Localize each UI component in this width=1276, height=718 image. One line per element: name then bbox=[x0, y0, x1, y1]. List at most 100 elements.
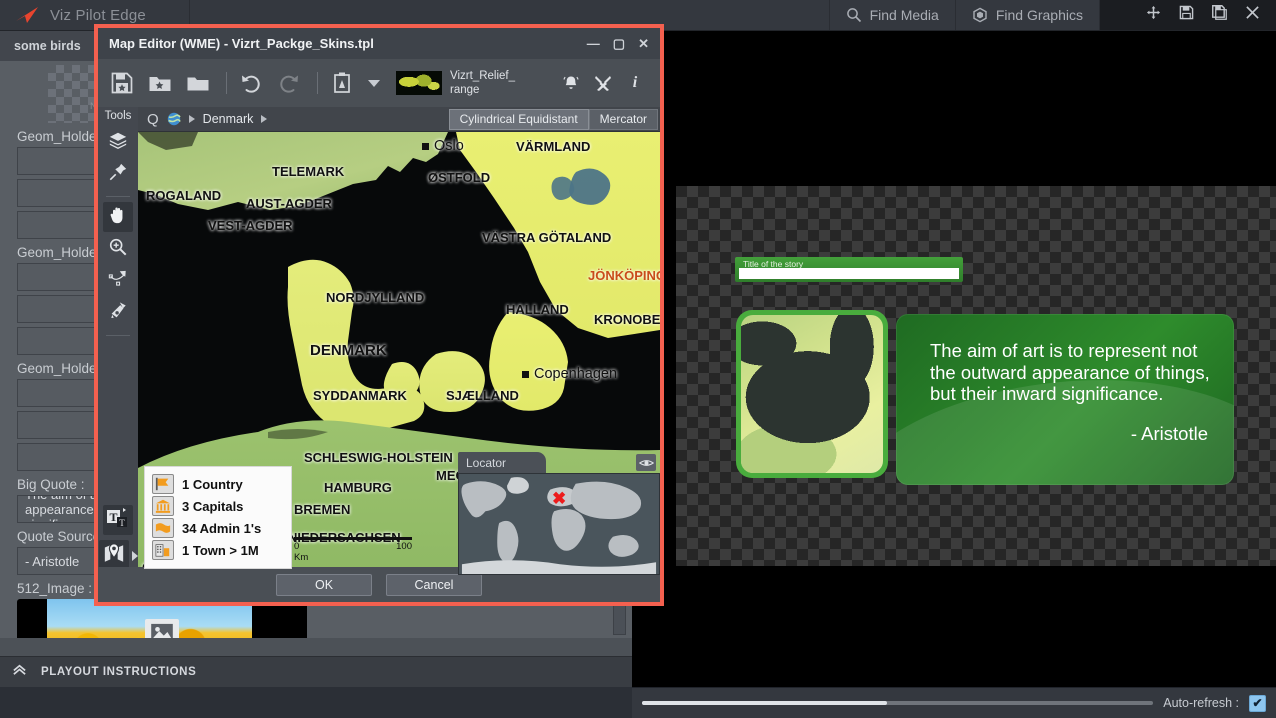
map-city-oslo: Oslo bbox=[422, 138, 464, 154]
preview-map-land bbox=[741, 315, 883, 473]
map-label-telemark: TELEMARK bbox=[272, 164, 345, 179]
tools-separator-2 bbox=[106, 335, 130, 336]
preview-timeline-slider[interactable] bbox=[642, 701, 1154, 705]
magnifier-plus-icon bbox=[108, 237, 128, 262]
globe-icon[interactable] bbox=[167, 112, 181, 126]
legend-capitals-label: 3 Capitals bbox=[182, 498, 244, 514]
scalebar-min: 0 bbox=[294, 541, 300, 552]
tab-some-birds[interactable]: some birds bbox=[0, 31, 96, 61]
map-label-varmland: VÄRMLAND bbox=[516, 139, 591, 154]
locator-tab[interactable]: Locator bbox=[458, 452, 546, 473]
preview-title-bar: Title of the story bbox=[735, 257, 963, 282]
breadcrumb-arrow-right-icon[interactable] bbox=[261, 115, 268, 123]
image-icon bbox=[145, 618, 179, 638]
map-city-oslo-label: Oslo bbox=[434, 138, 464, 154]
map-editor-dialog: Map Editor (WME) - Vizrt_Packge_Skins.tp… bbox=[94, 24, 664, 606]
clipboard-icon[interactable] bbox=[330, 71, 354, 95]
locator-position-marker: ✖ bbox=[552, 489, 567, 508]
locator-world-map[interactable]: ✖ bbox=[458, 473, 660, 575]
info-icon[interactable]: i bbox=[626, 74, 644, 92]
close-icon[interactable]: ✕ bbox=[638, 37, 649, 50]
breadcrumb[interactable]: Denmark bbox=[203, 112, 254, 126]
dialog-title-text: Map Editor (WME) - Vizrt_Packge_Skins.tp… bbox=[109, 36, 374, 51]
scalebar-unit: Km bbox=[294, 552, 309, 563]
toolbar-right-icons: i bbox=[562, 74, 648, 92]
map-header-bar: Q Denmark Cylindrical Equidistant Mercat… bbox=[138, 107, 660, 132]
dialog-toolbar: Vizrt_Relief_ range i bbox=[98, 59, 660, 107]
map-locator: Locator ✖ bbox=[458, 452, 660, 575]
hand-icon bbox=[108, 205, 128, 230]
map-label-vest-agder: VEST-AGDER bbox=[208, 218, 293, 233]
pan-tool[interactable] bbox=[103, 202, 133, 232]
projection-mercator[interactable]: Mercator bbox=[588, 108, 658, 130]
projection-cylindrical-equidistant[interactable]: Cylindrical Equidistant bbox=[448, 108, 589, 130]
legend-row-town: 1 Town > 1M bbox=[152, 540, 284, 560]
chevron-up-icon bbox=[12, 662, 27, 682]
map-breadcrumb-group: Q Denmark bbox=[138, 111, 268, 128]
preview-map-card bbox=[736, 310, 888, 478]
search-icon bbox=[846, 7, 862, 23]
search-q-icon[interactable]: Q bbox=[147, 111, 159, 128]
brand-name: Viz Pilot Edge bbox=[50, 6, 146, 24]
maximize-icon[interactable]: ▢ bbox=[613, 37, 625, 50]
scalebar-ticks: 0 100 bbox=[294, 541, 412, 552]
playout-instructions-bar[interactable]: PLAYOUT INSTRUCTIONS bbox=[0, 656, 632, 687]
app-root: Viz Pilot Edge Find Media Find Graphics bbox=[0, 0, 1276, 718]
preview-map-image bbox=[741, 315, 883, 473]
map-city-copenhagen: Copenhagen bbox=[522, 366, 617, 382]
auto-refresh-checkbox[interactable]: ✔ bbox=[1249, 694, 1266, 712]
caret-down-icon[interactable] bbox=[368, 79, 380, 87]
map-label-halland: HALLAND bbox=[506, 302, 569, 317]
ok-button[interactable]: OK bbox=[276, 573, 372, 596]
scalebar-line bbox=[294, 537, 412, 540]
path-tool[interactable] bbox=[103, 266, 133, 296]
map-label-vastra-gotaland: VÄSTRA GÖTALAND bbox=[482, 230, 612, 245]
paint-fill-icon bbox=[108, 301, 128, 326]
open-folder-icon[interactable] bbox=[186, 71, 210, 95]
tab-find-graphics[interactable]: Find Graphics bbox=[956, 0, 1100, 30]
preview-area: Title of the story The aim of art is to … bbox=[632, 31, 1276, 687]
arrow-logo-icon bbox=[14, 5, 40, 25]
layers-tool[interactable] bbox=[103, 127, 133, 157]
minimize-icon[interactable]: — bbox=[587, 37, 600, 50]
map-viewport[interactable]: Q Denmark Cylindrical Equidistant Mercat… bbox=[138, 107, 660, 575]
marker-flyout-caret-icon[interactable] bbox=[131, 551, 138, 561]
map-canvas[interactable]: ROGALAND TELEMARK AUST-AGDER VEST-AGDER … bbox=[138, 132, 660, 575]
save-icon[interactable] bbox=[1179, 5, 1194, 25]
alert-bell-icon[interactable] bbox=[562, 74, 580, 92]
legend-country-label: 1 Country bbox=[182, 476, 243, 492]
settings-tools-icon[interactable] bbox=[594, 74, 612, 92]
tab-find-media-label: Find Media bbox=[869, 7, 939, 23]
map-label-aust-agder: AUST-AGDER bbox=[246, 196, 332, 211]
open-favorite-folder-icon[interactable] bbox=[148, 71, 172, 95]
preview-title-blank-field bbox=[739, 268, 959, 279]
marker-tool[interactable] bbox=[98, 540, 129, 570]
eye-icon[interactable] bbox=[636, 454, 656, 471]
save-map-icon[interactable] bbox=[110, 71, 134, 95]
redo-icon bbox=[277, 71, 301, 95]
projection-tabs: Cylindrical Equidistant Mercator bbox=[448, 108, 658, 130]
path-node-icon bbox=[108, 269, 128, 294]
slider-fill bbox=[642, 701, 888, 705]
flag-icon bbox=[152, 474, 174, 494]
dialog-titlebar[interactable]: Map Editor (WME) - Vizrt_Packge_Skins.tp… bbox=[98, 28, 660, 59]
tab-find-media[interactable]: Find Media bbox=[830, 0, 956, 30]
breadcrumb-arrow-left-icon[interactable] bbox=[188, 115, 195, 123]
fill-tool[interactable] bbox=[103, 298, 133, 328]
map-label-jonkoping: JÖNKÖPING bbox=[588, 268, 660, 283]
cancel-button[interactable]: Cancel bbox=[386, 573, 482, 596]
undo-icon[interactable] bbox=[239, 71, 263, 95]
dialog-window-controls: — ▢ ✕ bbox=[587, 37, 660, 50]
text-tool[interactable]: TT bbox=[103, 505, 133, 535]
map-label-rogaland: ROGALAND bbox=[146, 188, 222, 203]
cancel-button-label: Cancel bbox=[414, 577, 454, 592]
preview-quote-text: The aim of art is to represent not the o… bbox=[930, 340, 1210, 405]
zoom-tool[interactable] bbox=[103, 234, 133, 264]
svg-text:T: T bbox=[119, 518, 125, 528]
projection-cylindrical-label: Cylindrical Equidistant bbox=[459, 112, 578, 126]
save-as-icon[interactable] bbox=[1212, 5, 1227, 25]
preview-status-bar: Auto-refresh : ✔ bbox=[632, 687, 1276, 718]
close-icon[interactable] bbox=[1245, 5, 1260, 25]
move-icon[interactable] bbox=[1146, 5, 1161, 25]
pin-tool[interactable] bbox=[103, 159, 133, 189]
